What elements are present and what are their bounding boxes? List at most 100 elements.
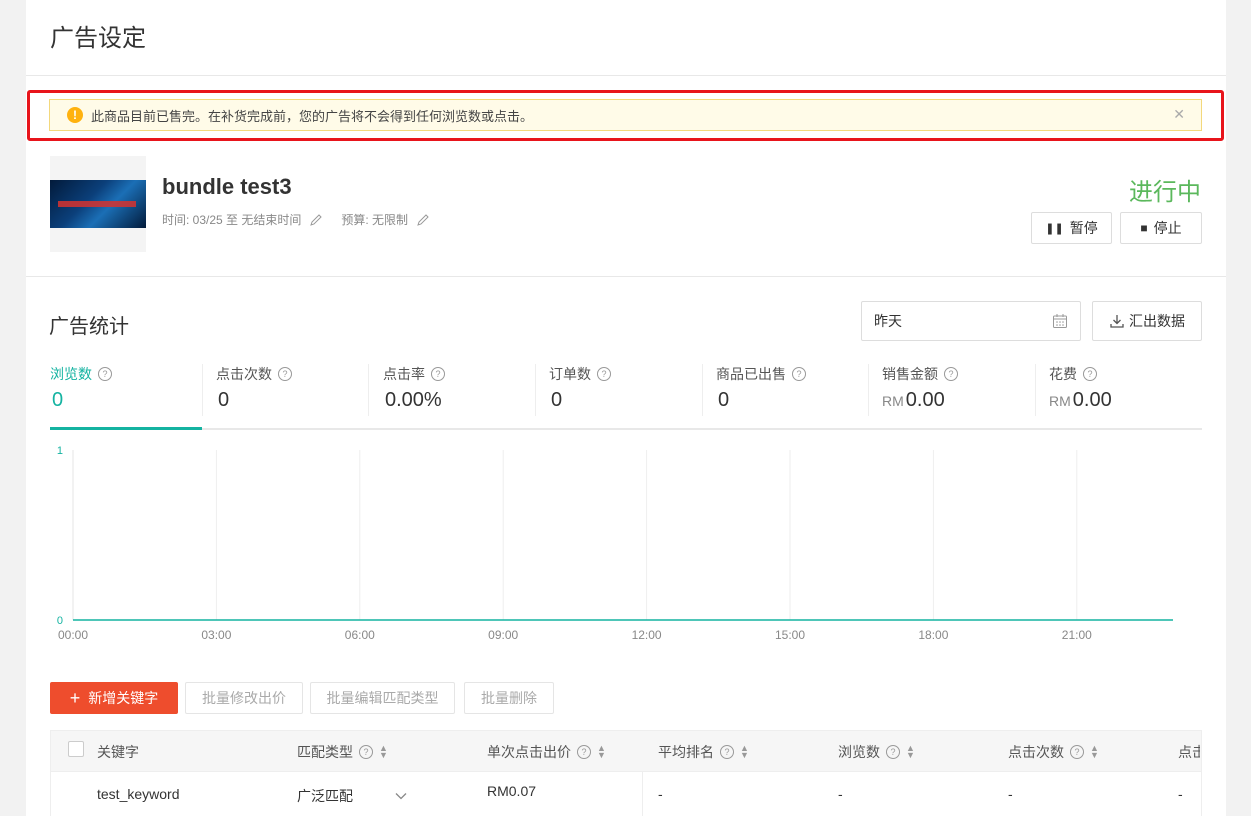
calendar-icon [1053, 314, 1067, 328]
pause-icon: ❚❚ [1045, 222, 1064, 235]
product-thumbnail [50, 156, 146, 252]
x-tick-label: 21:00 [1062, 628, 1092, 642]
sort-icon[interactable]: ▲ ▼ [597, 744, 606, 760]
col-match-type[interactable]: 匹配类型? ▲ ▼ [297, 742, 388, 762]
time-label: 时间: 03/25 至 无结束时间 [162, 213, 302, 227]
date-range-value: 昨天 [874, 313, 902, 329]
help-icon[interactable]: ? [1083, 367, 1097, 381]
page-title: 广告设定 [50, 25, 146, 52]
metric-separator [202, 364, 203, 416]
match-type-value: 广泛匹配 [297, 788, 353, 804]
x-tick-label: 12:00 [632, 628, 662, 642]
bulk-delete-label: 批量删除 [481, 690, 537, 706]
col-label: 点击次数 [1008, 744, 1064, 760]
x-tick-label: 06:00 [345, 628, 375, 642]
warning-icon: ! [67, 107, 83, 123]
metric-value: 0.00 [905, 389, 945, 411]
help-icon[interactable]: ? [1070, 745, 1084, 759]
help-icon[interactable]: ? [720, 745, 734, 759]
x-tick-label: 09:00 [488, 628, 518, 642]
bulk-delete-button[interactable]: 批量删除 [464, 682, 554, 714]
bulk-edit-price-label: 批量修改出价 [202, 690, 286, 706]
metric-label: 商品已出售 [716, 366, 786, 382]
metric-clicks[interactable]: 点击次数? 0 [216, 364, 382, 428]
metric-ctr[interactable]: 点击率? 0.00% [383, 364, 549, 428]
stop-label: 停止 [1153, 220, 1182, 236]
table-row: test_keyword 广泛匹配 RM0.07 - - - - [50, 772, 1202, 816]
stop-button[interactable]: ■ 停止 [1120, 212, 1202, 244]
col-views[interactable]: 浏览数? ▲ ▼ [838, 742, 915, 762]
help-icon[interactable]: ? [278, 367, 292, 381]
metric-items-sold[interactable]: 商品已出售? 0 [716, 364, 882, 428]
alert-text: 此商品目前已售完。在补货完成前，您的广告将不会得到任何浏览数或点击。 [91, 108, 534, 124]
metric-unit: RM [1049, 393, 1071, 409]
col-clicks[interactable]: 点击次数? ▲ ▼ [1008, 742, 1099, 762]
help-icon[interactable]: ? [98, 367, 112, 381]
metric-label: 花费 [1049, 366, 1077, 382]
add-keyword-button[interactable]: + 新增关键字 [50, 682, 178, 714]
col-more: 点击 [1178, 742, 1200, 762]
metrics-underline [50, 428, 1202, 430]
col-label: 关键字 [97, 744, 139, 760]
metric-label: 销售金额 [882, 366, 938, 382]
sort-icon[interactable]: ▲ ▼ [379, 744, 388, 760]
plus-icon: + [69, 687, 81, 708]
x-tick-label: 03:00 [201, 628, 231, 642]
metric-label: 点击率 [383, 366, 425, 382]
metric-unit: RM [882, 393, 904, 409]
metric-value: 0.00% [385, 389, 442, 411]
edit-time-pencil-icon[interactable] [309, 213, 323, 227]
col-label: 平均排名 [658, 744, 714, 760]
metric-orders[interactable]: 订单数? 0 [549, 364, 715, 428]
pause-button[interactable]: ❚❚ 暂停 [1031, 212, 1112, 244]
bulk-edit-price-button[interactable]: 批量修改出价 [185, 682, 303, 714]
metric-separator [368, 364, 369, 416]
bulk-edit-match-label: 批量编辑匹配类型 [326, 690, 439, 706]
add-keyword-label: 新增关键字 [88, 690, 159, 706]
col-keyword: 关键字 [97, 742, 139, 762]
help-icon[interactable]: ? [431, 367, 445, 381]
y-tick-label: 0 [57, 615, 63, 627]
active-metric-indicator [50, 427, 202, 430]
sort-icon[interactable]: ▲ ▼ [740, 744, 749, 760]
metric-sales-amount[interactable]: 销售金额? RM 0.00 [882, 364, 1048, 428]
help-icon[interactable]: ? [792, 367, 806, 381]
stop-icon: ■ [1140, 221, 1148, 235]
metric-value: 0 [718, 389, 730, 411]
product-image [50, 180, 146, 228]
col-bid[interactable]: 单次点击出价? ▲ ▼ [487, 742, 606, 762]
help-icon[interactable]: ? [597, 367, 611, 381]
metric-separator [1035, 364, 1036, 416]
col-avg-rank[interactable]: 平均排名? ▲ ▼ [658, 742, 749, 762]
product-meta: 时间: 03/25 至 无结束时间 预算: 无限制 [162, 211, 448, 228]
sort-icon[interactable]: ▲ ▼ [906, 744, 915, 760]
sort-icon[interactable]: ▲ ▼ [1090, 744, 1099, 760]
metric-label: 浏览数 [50, 366, 92, 382]
x-tick-label: 00:00 [58, 628, 88, 642]
metric-value: 0.00 [1072, 389, 1112, 411]
keyword-cell: test_keyword [97, 786, 180, 802]
keyword-table-header: 关键字 匹配类型? ▲ ▼ 单次点击出价? ▲ ▼ 平均排名? ▲ ▼ 浏览数? ▲ ▼ 点击次… [50, 730, 1202, 772]
stats-title: 广告统计 [49, 316, 129, 338]
match-type-select[interactable]: 广泛匹配 [297, 786, 407, 806]
date-range-picker[interactable]: 昨天 [861, 301, 1081, 341]
edit-budget-pencil-icon[interactable] [416, 213, 430, 227]
select-all-checkbox[interactable] [68, 741, 84, 757]
col-label: 匹配类型 [297, 744, 353, 760]
help-icon[interactable]: ? [886, 745, 900, 759]
metric-separator [702, 364, 703, 416]
close-icon[interactable]: ✕ [1173, 106, 1185, 123]
metric-cost[interactable]: 花费? RM 0.00 [1049, 364, 1215, 428]
help-icon[interactable]: ? [359, 745, 373, 759]
product-name: bundle test3 [162, 174, 292, 199]
export-data-button[interactable]: 汇出数据 [1092, 301, 1202, 341]
metric-views[interactable]: 浏览数? 0 [50, 364, 216, 428]
bid-cell[interactable]: RM0.07 [487, 783, 536, 799]
help-icon[interactable]: ? [944, 367, 958, 381]
y-tick-label: 1 [57, 445, 63, 457]
help-icon[interactable]: ? [577, 745, 591, 759]
ad-status: 进行中 [1129, 179, 1201, 206]
metric-label: 点击次数 [216, 366, 272, 382]
row-divider [642, 772, 643, 816]
bulk-edit-match-button[interactable]: 批量编辑匹配类型 [310, 682, 455, 714]
